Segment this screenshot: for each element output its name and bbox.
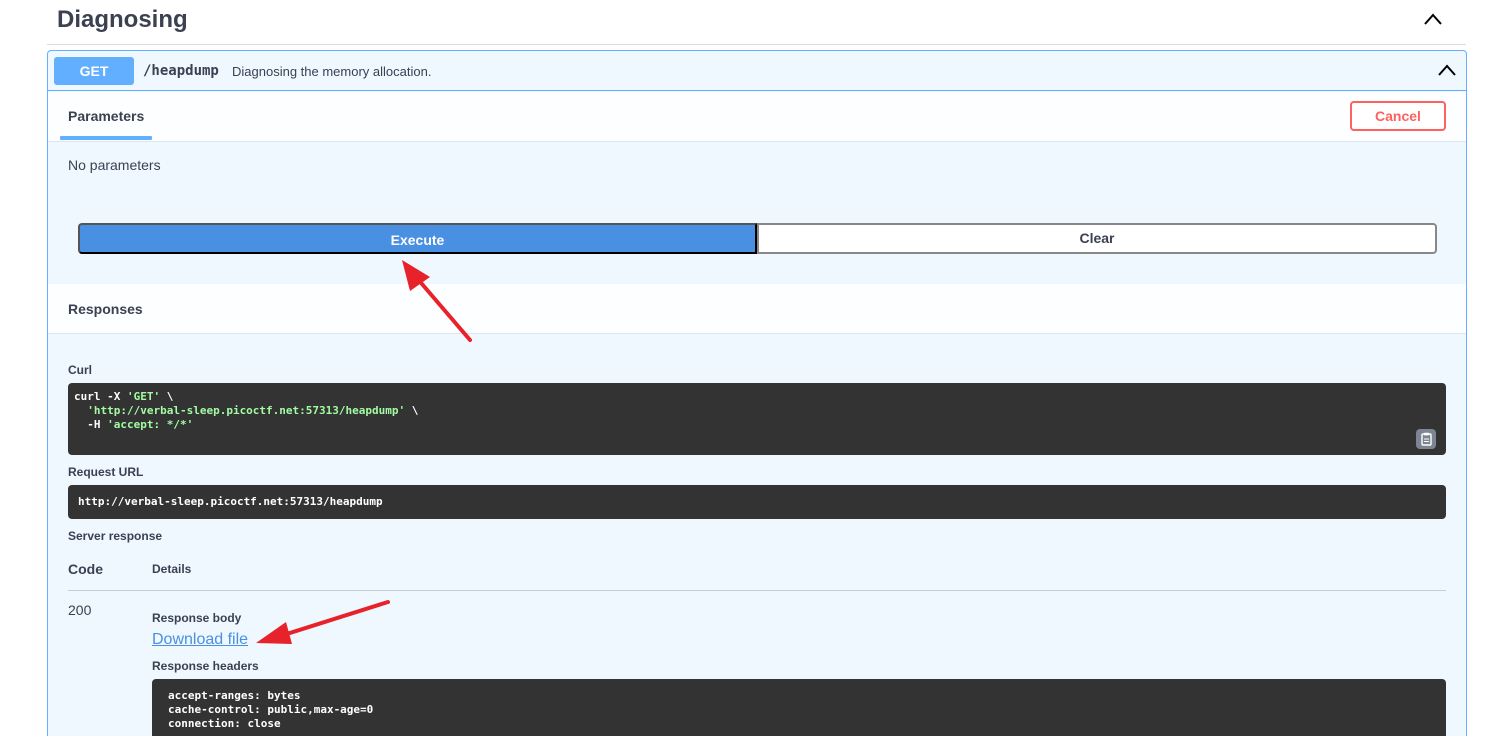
response-body-label: Response body <box>152 611 242 625</box>
table-divider <box>68 590 1446 591</box>
operation-path: /heapdump <box>143 63 219 79</box>
column-header-code: Code <box>68 561 103 577</box>
method-badge: GET <box>54 57 134 85</box>
clipboard-icon[interactable] <box>1416 429 1436 449</box>
curl-line-3: -H 'accept: */*' <box>74 418 194 431</box>
curl-line-1: curl -X 'GET' \ <box>74 390 174 403</box>
tab-parameters[interactable]: Parameters <box>68 108 144 124</box>
download-file-link[interactable]: Download file <box>152 631 248 649</box>
responses-header: Responses <box>48 284 1466 334</box>
curl-label: Curl <box>68 363 92 377</box>
execute-button-group: Execute Clear <box>78 223 1437 254</box>
column-header-details: Details <box>152 562 192 576</box>
red-arrow-icon <box>256 600 390 644</box>
tab-header: Parameters Cancel <box>48 92 1466 142</box>
response-header-line: connection: close <box>168 717 281 730</box>
operation-summary[interactable]: GET /heapdump Diagnosing the memory allo… <box>48 51 1466 91</box>
operation-description: Diagnosing the memory allocation. <box>232 64 432 79</box>
server-response-label: Server response <box>68 529 163 543</box>
chevron-up-icon[interactable] <box>1438 64 1456 76</box>
responses-title: Responses <box>68 301 143 317</box>
cancel-button[interactable]: Cancel <box>1350 101 1446 131</box>
request-url-label: Request URL <box>68 465 144 479</box>
active-tab-indicator <box>60 136 152 140</box>
clear-button[interactable]: Clear <box>757 223 1437 254</box>
curl-code-block: curl -X 'GET' \ 'http://verbal-sleep.pic… <box>68 383 1446 455</box>
section-title: Diagnosing <box>57 6 188 33</box>
response-header-line: accept-ranges: bytes <box>168 689 301 702</box>
chevron-up-icon[interactable] <box>1424 13 1442 25</box>
response-code: 200 <box>68 602 92 618</box>
response-header-line: cache-control: public,max-age=0 <box>168 703 374 716</box>
response-headers-block: accept-ranges: bytes cache-control: publ… <box>152 679 1446 736</box>
no-parameters-text: No parameters <box>68 157 161 173</box>
request-url-block: http://verbal-sleep.picoctf.net:57313/he… <box>68 485 1446 519</box>
execute-button[interactable]: Execute <box>78 223 757 254</box>
red-arrow-icon <box>402 260 472 342</box>
section-header[interactable]: Diagnosing <box>47 0 1466 45</box>
curl-line-2: 'http://verbal-sleep.picoctf.net:57313/h… <box>74 404 419 417</box>
response-headers-label: Response headers <box>152 659 259 673</box>
